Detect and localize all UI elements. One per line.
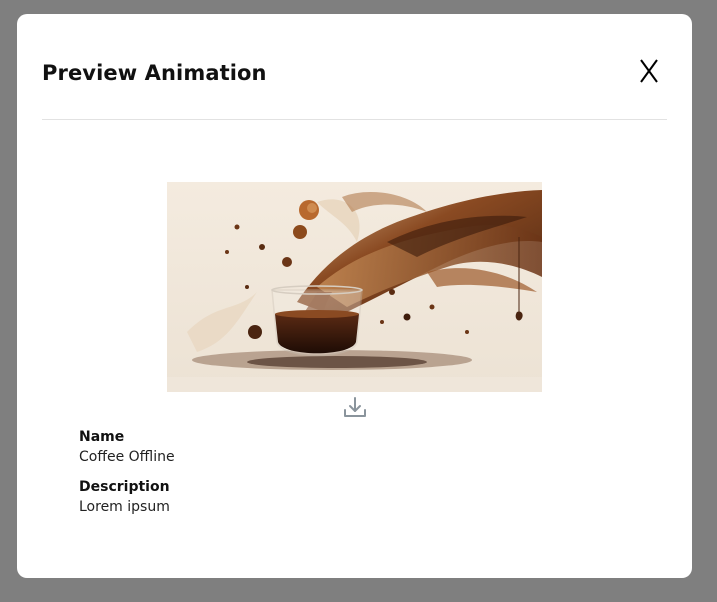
download-icon: [344, 397, 366, 417]
modal-title: Preview Animation: [42, 61, 267, 85]
download-button[interactable]: [341, 394, 369, 422]
name-value: Coffee Offline: [79, 449, 175, 465]
close-button[interactable]: [629, 52, 669, 92]
header-divider: [42, 119, 667, 120]
description-value: Lorem ipsum: [79, 499, 170, 515]
preview-animation-modal: Preview Animation Name Coffee Offline De…: [17, 14, 692, 578]
name-label: Name: [79, 429, 125, 445]
coffee-splash-image: [167, 182, 542, 392]
close-icon: [640, 59, 658, 83]
description-label: Description: [79, 479, 170, 495]
